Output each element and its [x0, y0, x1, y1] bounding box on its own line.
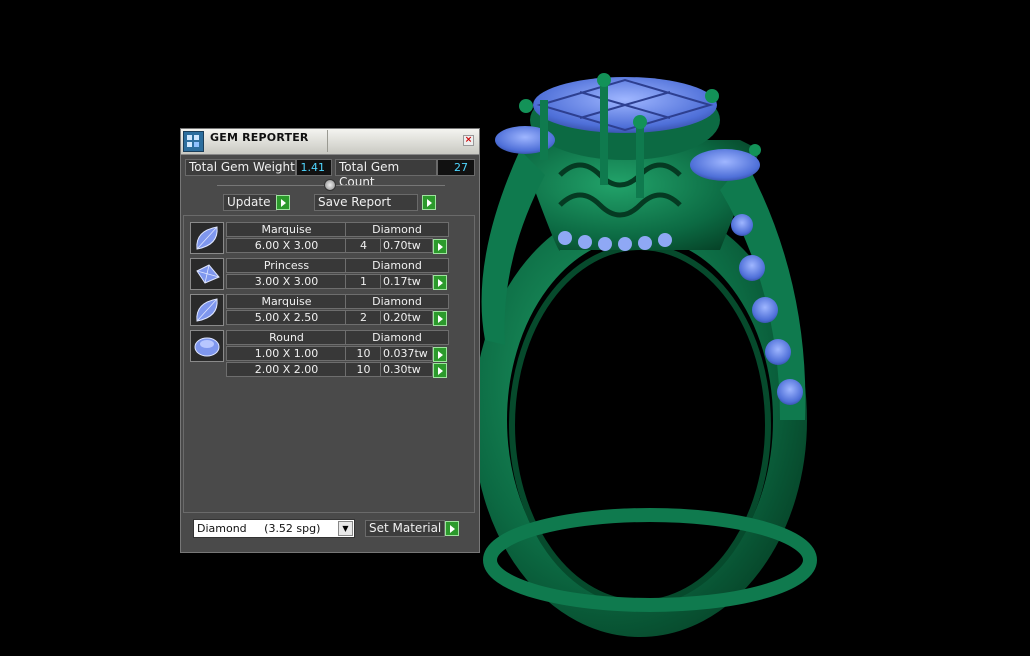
material-select[interactable]: Diamond (3.52 spg) ▼	[193, 519, 355, 538]
accent-stone	[638, 236, 652, 250]
total-gem-count-value: 27	[437, 159, 475, 176]
gem-shape: Princess	[226, 258, 347, 273]
3d-viewport[interactable]	[0, 0, 1030, 656]
ring-model[interactable]	[473, 73, 817, 637]
accent-stone	[658, 233, 672, 247]
side-gem-right	[690, 149, 760, 181]
gem-select-go-icon[interactable]	[433, 363, 447, 378]
gem-material: Diamond	[345, 330, 449, 345]
ring-band-inner	[509, 244, 771, 606]
gem-size: 2.00 X 2.00	[226, 362, 347, 377]
gem-select-go-icon[interactable]	[433, 311, 447, 326]
panel-title: GEM REPORTER	[210, 131, 309, 144]
material-select-value: Diamond (3.52 spg)	[197, 522, 321, 535]
gem-size: 6.00 X 3.00	[226, 238, 347, 253]
gem-weight: 0.30tw	[380, 362, 433, 377]
titlebar-divider	[327, 130, 328, 152]
gem-reporter-panel: GEM REPORTER × Total Gem Weight 1.41 Tot…	[180, 128, 480, 553]
gem-reporter-logo-icon	[183, 131, 204, 152]
set-material-button[interactable]: Set Material	[365, 520, 445, 537]
gem-count: 1	[345, 274, 382, 289]
pave-stone	[731, 214, 753, 236]
gem-shape: Marquise	[226, 222, 347, 237]
prong	[636, 118, 644, 198]
update-go-icon[interactable]	[276, 195, 290, 210]
gem-material: Diamond	[345, 222, 449, 237]
gem-size: 5.00 X 2.50	[226, 310, 347, 325]
total-gem-weight-value: 1.41	[296, 159, 332, 176]
slider-handle[interactable]	[324, 179, 336, 191]
gem-weight: 0.037tw	[380, 346, 433, 361]
gem-count: 2	[345, 310, 382, 325]
gem-count: 10	[345, 362, 382, 377]
save-report-button[interactable]: Save Report	[314, 194, 418, 211]
gem-material: Diamond	[345, 258, 449, 273]
prong-tip	[597, 73, 611, 87]
gem-size: 3.00 X 3.00	[226, 274, 347, 289]
gem-material: Diamond	[345, 294, 449, 309]
accent-stone	[598, 237, 612, 251]
princess-gem-icon	[190, 258, 224, 290]
gem-count: 10	[345, 346, 382, 361]
marquise-gem-icon	[190, 222, 224, 254]
save-report-go-icon[interactable]	[422, 195, 436, 210]
prong-tip	[519, 99, 533, 113]
accent-stone	[578, 235, 592, 249]
gem-count: 4	[345, 238, 382, 253]
prong-tip	[749, 144, 761, 156]
pave-stone	[752, 297, 778, 323]
prong	[600, 75, 608, 185]
close-icon[interactable]: ×	[463, 135, 474, 146]
marquise-gem-icon	[190, 294, 224, 326]
update-button[interactable]: Update	[223, 194, 277, 211]
accent-stone	[618, 237, 632, 251]
chevron-down-icon[interactable]: ▼	[338, 521, 353, 536]
gem-select-go-icon[interactable]	[433, 239, 447, 254]
gem-size: 1.00 X 1.00	[226, 346, 347, 361]
gem-shape: Round	[226, 330, 347, 345]
gem-weight: 0.70tw	[380, 238, 433, 253]
gem-select-go-icon[interactable]	[433, 275, 447, 290]
ring-band	[473, 203, 807, 637]
pave-stone	[765, 339, 791, 365]
accent-stone	[558, 231, 572, 245]
panel-titlebar[interactable]: GEM REPORTER ×	[181, 129, 479, 155]
prong-tip	[633, 115, 647, 129]
set-material-go-icon[interactable]	[445, 521, 459, 536]
round-gem-icon	[190, 330, 224, 362]
gem-weight: 0.17tw	[380, 274, 433, 289]
prong-tip	[705, 89, 719, 103]
prong	[540, 100, 548, 160]
pave-stone	[777, 379, 803, 405]
gem-weight: 0.20tw	[380, 310, 433, 325]
gem-list: Marquise Diamond 6.00 X 3.00 4 0.70tw Pr…	[183, 215, 475, 513]
gem-shape: Marquise	[226, 294, 347, 309]
total-gem-count-label: Total Gem Count	[335, 159, 437, 189]
total-gem-weight-label: Total Gem Weight	[185, 159, 296, 176]
gem-select-go-icon[interactable]	[433, 347, 447, 362]
pave-stone	[739, 255, 765, 281]
